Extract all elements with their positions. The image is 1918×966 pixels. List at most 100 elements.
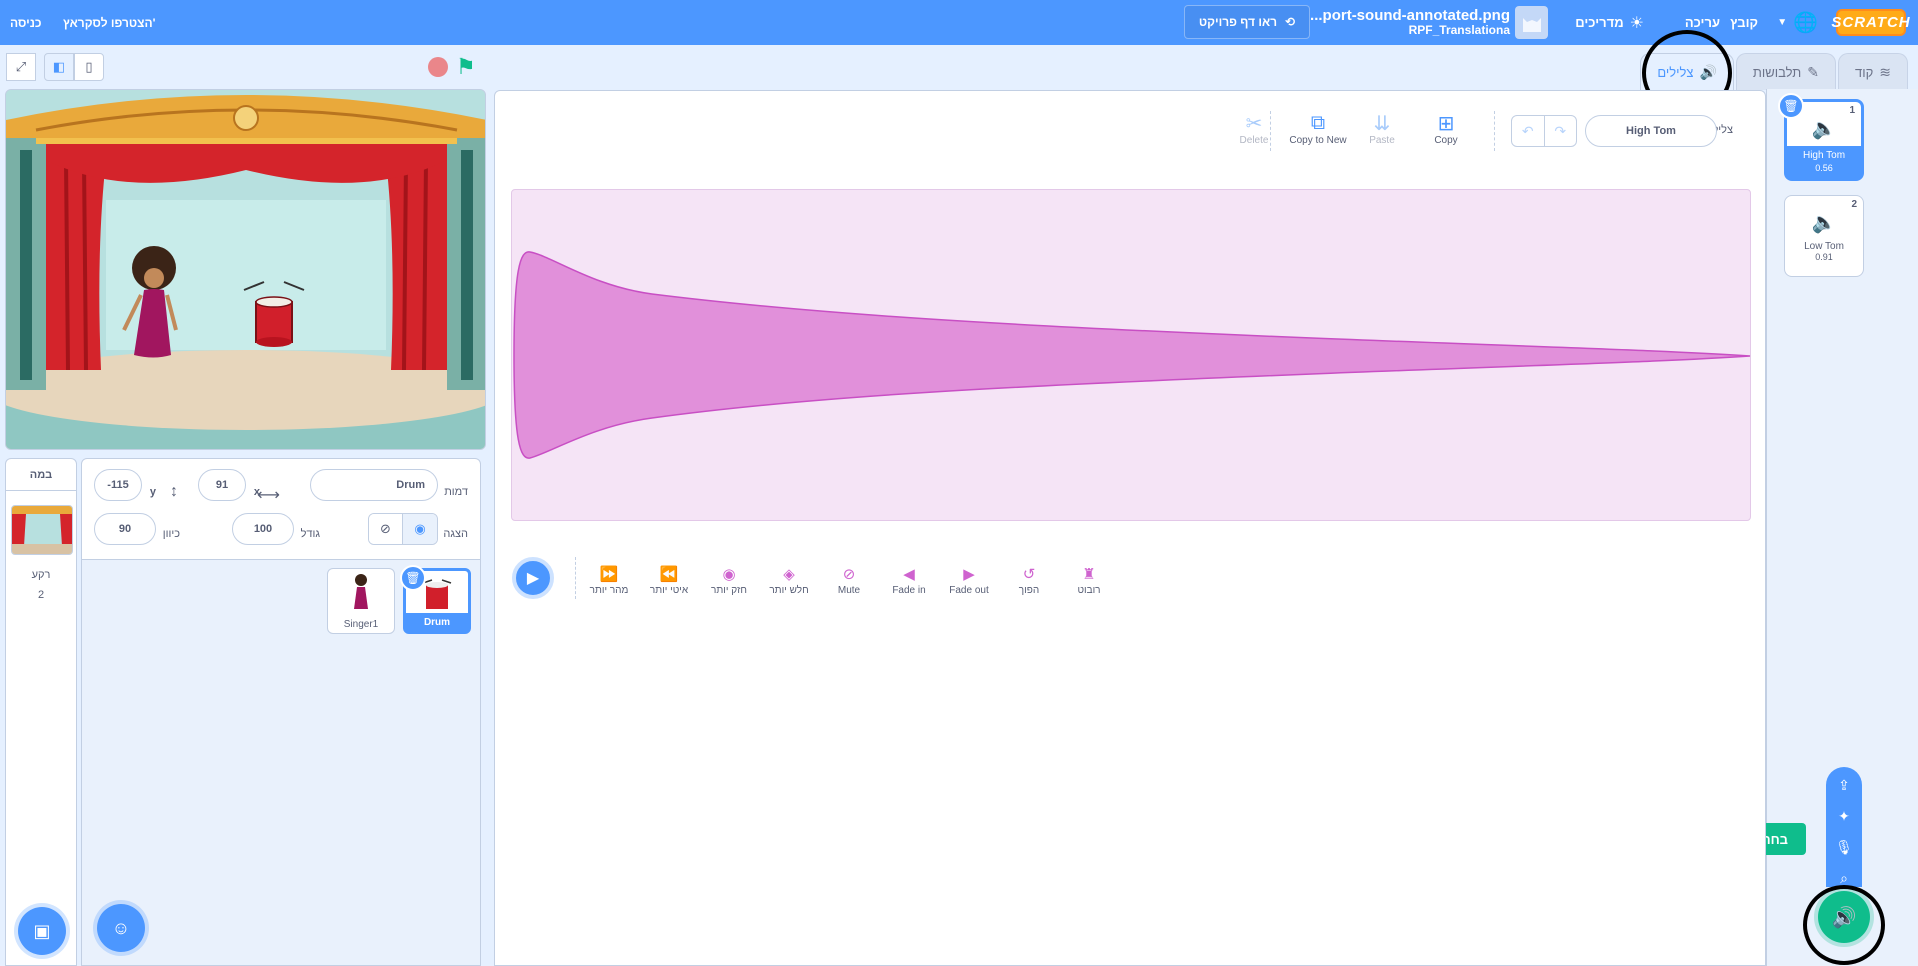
direction-input[interactable]: 90 xyxy=(94,513,156,545)
sign-in-link[interactable]: כניסה xyxy=(10,0,42,45)
microphone-icon[interactable]: 🎙 xyxy=(1835,839,1853,856)
drum-thumbnail xyxy=(422,579,452,609)
sound-tile-low-tom[interactable]: 2 🔈 Low Tom 0.91 xyxy=(1784,195,1864,277)
scratch-logo[interactable]: SCRATCH xyxy=(1831,9,1910,36)
waveform-display[interactable] xyxy=(511,189,1751,521)
file-menu[interactable]: קובץ xyxy=(1730,0,1758,45)
upload-icon[interactable]: ⇪ xyxy=(1838,777,1850,794)
backdrops-count: 2 xyxy=(37,589,45,601)
effect-faster[interactable]: ⏩ מהר יותר xyxy=(579,563,639,596)
search-icon[interactable]: ⌕ xyxy=(1840,870,1848,887)
tab-sounds[interactable]: צלילים 🔊 xyxy=(1640,53,1734,90)
stop-button[interactable] xyxy=(428,57,448,77)
paste-label: Paste xyxy=(1369,135,1395,146)
singer-thumbnail xyxy=(354,574,368,609)
choose-sound-button[interactable]: 🔊 xyxy=(1818,891,1870,943)
show-toggle[interactable]: ⊘ ◉ xyxy=(368,513,438,545)
copy-to-new-button[interactable]: ⧉ Copy to New xyxy=(1283,111,1353,147)
edit-menu[interactable]: עריכה xyxy=(1685,0,1720,45)
lightbulb-icon: ☀ xyxy=(1629,14,1644,32)
speaker-icon: 🔈 xyxy=(1811,118,1837,140)
effect-fade-in-label: Fade in xyxy=(892,585,926,596)
delete-label: Delete xyxy=(1239,135,1269,146)
size-input[interactable]: 100 xyxy=(232,513,294,545)
editor-tabs: קוד ≋ תלבושות ✎ צלילים 🔊 xyxy=(1640,53,1918,90)
large-stage-icon: ▯ xyxy=(85,59,93,74)
copy-button[interactable]: ⊞ Copy xyxy=(1411,111,1481,147)
see-project-page-label: ראו דף פרויקט xyxy=(1198,15,1278,29)
small-stage-button[interactable]: ◧ xyxy=(44,53,74,81)
effect-fade-in[interactable]: ◀ Fade in xyxy=(879,563,939,596)
large-stage-button[interactable]: ▯ xyxy=(74,53,104,81)
stage-target-panel[interactable]: במה רקע 2 ▣ xyxy=(5,458,77,966)
show-eye-icon[interactable]: ◉ xyxy=(403,514,437,544)
sound-tile-high-tom[interactable]: 🗑 1 🔈 High Tom 0.56 xyxy=(1778,93,1864,181)
waveform xyxy=(513,251,1751,459)
slower-icon: ⏪ xyxy=(659,566,679,583)
see-project-icon: ⟲ xyxy=(1285,15,1296,29)
add-sound-icon: 🔊 xyxy=(1831,906,1857,929)
sound-editor: צליל ↶ ↷ ⊞ Copy ⇊ Paste ⧉ Copy to New ✂ … xyxy=(494,90,1766,966)
project-title[interactable]: ...port-sound-annotated.png RPF_Translat… xyxy=(1310,0,1510,45)
copy-label: Copy xyxy=(1434,135,1458,146)
effect-softer[interactable]: ◈ חלש יותר xyxy=(759,563,819,596)
sprite-name-label: דמות xyxy=(444,486,468,498)
effect-louder[interactable]: ◉ חזק יותר xyxy=(699,563,759,596)
tutorials-button[interactable]: מדריכים ☀ xyxy=(1575,0,1644,45)
delete-sound-button[interactable]: 🗑 xyxy=(1778,93,1804,119)
sprite-tile-drum[interactable]: 🗑 Drum xyxy=(400,565,471,634)
sound-name-input[interactable] xyxy=(1585,115,1717,147)
chevron-down-icon: ▼ xyxy=(1777,17,1788,28)
effect-softer-label: חלש יותר xyxy=(769,585,809,596)
effect-robot[interactable]: ♜ רובוט xyxy=(1059,563,1119,596)
delete-sprite-button[interactable]: 🗑 xyxy=(400,565,426,591)
play-sound-button[interactable]: ▶ xyxy=(512,557,554,599)
x-label: x xyxy=(253,486,260,498)
redo-icon[interactable]: ↷ xyxy=(1543,116,1577,146)
speaker-icon: 🔊 xyxy=(1699,63,1717,80)
globe-icon: 🌐 xyxy=(1793,12,1818,34)
small-stage-icon: ◧ xyxy=(52,59,66,74)
sprite-list: 🗑 Drum Singer1 ☺ xyxy=(81,560,481,966)
robot-icon: ♜ xyxy=(1082,566,1096,583)
effect-slower[interactable]: ⏪ איטי יותר xyxy=(639,563,699,596)
sprite-name-input[interactable]: Drum xyxy=(310,469,438,501)
delete-button[interactable]: ✂ Delete xyxy=(1219,111,1289,147)
stage-canvas[interactable] xyxy=(5,89,486,450)
x-input[interactable]: 91 xyxy=(198,469,246,501)
copy-to-new-label: Copy to New xyxy=(1289,135,1347,146)
full-screen-icon: ⤢ xyxy=(15,59,27,74)
language-menu[interactable]: ▼ 🌐 xyxy=(1777,0,1818,45)
green-flag-button[interactable]: ⚑ xyxy=(456,54,476,80)
join-scratch-link[interactable]: הצטרפו לסקראץ' xyxy=(63,0,155,45)
see-project-page-button[interactable]: ראו דף פרויקט ⟲ xyxy=(1184,5,1310,39)
sound-name: High Tom xyxy=(1802,150,1846,161)
tab-code[interactable]: קוד ≋ xyxy=(1838,53,1908,90)
softer-icon: ◈ xyxy=(783,566,795,583)
surprise-icon[interactable]: ✦ xyxy=(1838,808,1850,825)
full-screen-button[interactable]: ⤢ xyxy=(6,53,36,81)
effect-mute[interactable]: ⊘ Mute xyxy=(819,563,879,596)
effect-reverse-label: הפוך xyxy=(1018,585,1040,596)
sprite-label: Singer1 xyxy=(343,618,379,630)
hide-eye-icon[interactable]: ⊘ xyxy=(369,514,403,544)
undo-icon[interactable]: ↶ xyxy=(1512,116,1544,146)
add-sound-menu: ⇪ ✦ 🎙 ⌕ xyxy=(1826,767,1862,887)
effect-faster-label: מהר יותר xyxy=(589,585,629,596)
sprite-tile-singer1[interactable]: Singer1 xyxy=(327,568,395,634)
choose-backdrop-button[interactable]: ▣ xyxy=(18,907,66,955)
y-input[interactable]: -115 xyxy=(94,469,142,501)
tab-costumes[interactable]: תלבושות ✎ xyxy=(1735,53,1837,90)
effect-fade-out[interactable]: ▶ Fade out xyxy=(939,563,999,596)
choose-sprite-button[interactable]: ☺ xyxy=(97,904,145,952)
menu-bar: SCRATCH ▼ 🌐 קובץ עריכה מדריכים ☀ ...port… xyxy=(0,0,1918,45)
tab-costumes-label: תלבושות xyxy=(1752,64,1802,80)
paste-button[interactable]: ⇊ Paste xyxy=(1347,111,1417,147)
reverse-icon: ↺ xyxy=(1022,566,1036,583)
effect-reverse[interactable]: ↺ הפוך xyxy=(999,563,1059,596)
play-icon: ▶ xyxy=(526,570,540,587)
code-icon: ≋ xyxy=(1879,63,1891,80)
project-title-text: ...port-sound-annotated.png xyxy=(1310,6,1510,24)
sound-number: 1 xyxy=(1849,105,1855,116)
stage-thumbnail[interactable] xyxy=(11,505,73,555)
